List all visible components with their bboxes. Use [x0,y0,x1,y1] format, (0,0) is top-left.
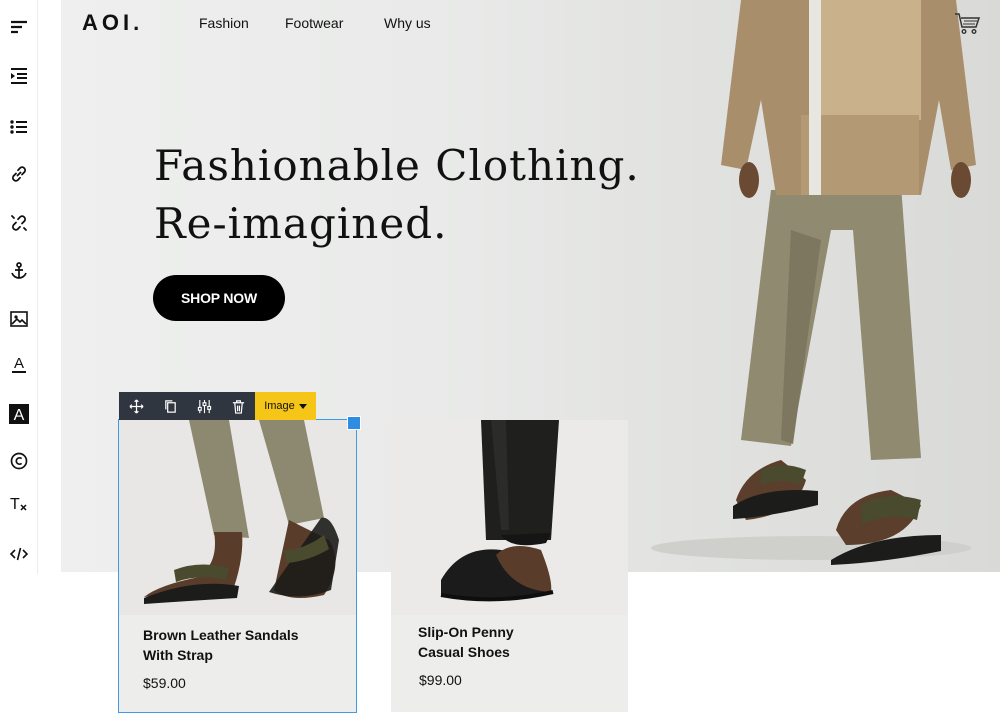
product-image-sandals[interactable] [119,420,356,615]
resize-handle[interactable] [347,416,361,430]
svg-text:A: A [14,407,25,424]
shop-now-button[interactable]: SHOP NOW [153,275,285,321]
caret-down-icon [298,403,307,409]
settings-icon[interactable] [187,392,221,420]
nav-why-us[interactable]: Why us [384,15,431,31]
product-name-line-1[interactable]: Slip-On Penny [418,622,598,642]
product-name-line-1[interactable]: Brown Leather Sandals [143,625,323,645]
product-name[interactable]: Brown Leather Sandals With Strap [143,625,323,665]
product-name-line-2[interactable]: With Strap [143,645,323,665]
bulleted-list-icon[interactable] [4,112,34,142]
editor-toolbar: A A T [0,0,38,574]
unlink-icon[interactable] [4,208,34,238]
element-type-label[interactable]: Image [264,400,295,412]
link-icon[interactable] [4,159,34,189]
svg-text:T: T [10,496,20,513]
headline-line-2: Re-imagined. [154,199,448,248]
cart-icon[interactable] [954,12,980,36]
copyright-icon[interactable] [4,446,34,476]
indent-icon[interactable] [4,61,34,91]
element-toolbar: Image [119,392,316,420]
image-icon[interactable] [4,304,34,334]
product-price: $99.00 [419,672,462,688]
product-name-line-2[interactable]: Casual Shoes [418,642,598,662]
hero-model-image [651,0,976,565]
product-card-penny[interactable]: Slip-On Penny Casual Shoes $99.00 [391,420,628,712]
background-color-icon[interactable]: A [4,399,34,429]
headline-line-1: Fashionable Clothing. [154,141,640,190]
brand-logo[interactable]: AOI. [82,10,143,36]
product-card-sandals[interactable]: Brown Leather Sandals With Strap $59.00 [118,419,357,713]
clear-format-icon[interactable]: T [4,489,34,519]
svg-text:A: A [14,355,24,372]
move-icon[interactable] [119,392,153,420]
font-color-icon[interactable]: A [4,350,34,380]
duplicate-icon[interactable] [153,392,187,420]
code-icon[interactable] [4,539,34,569]
anchor-icon[interactable] [4,256,34,286]
hero-headline: Fashionable Clothing. Re-imagined. [154,137,674,253]
nav-footwear[interactable]: Footwear [285,15,343,31]
product-price: $59.00 [143,675,186,691]
nav-fashion[interactable]: Fashion [199,15,249,31]
align-left-icon[interactable] [4,13,34,43]
element-type-dropdown[interactable]: Image [255,392,316,420]
delete-icon[interactable] [221,392,255,420]
product-image-penny[interactable] [391,420,628,615]
product-name[interactable]: Slip-On Penny Casual Shoes [418,622,598,662]
